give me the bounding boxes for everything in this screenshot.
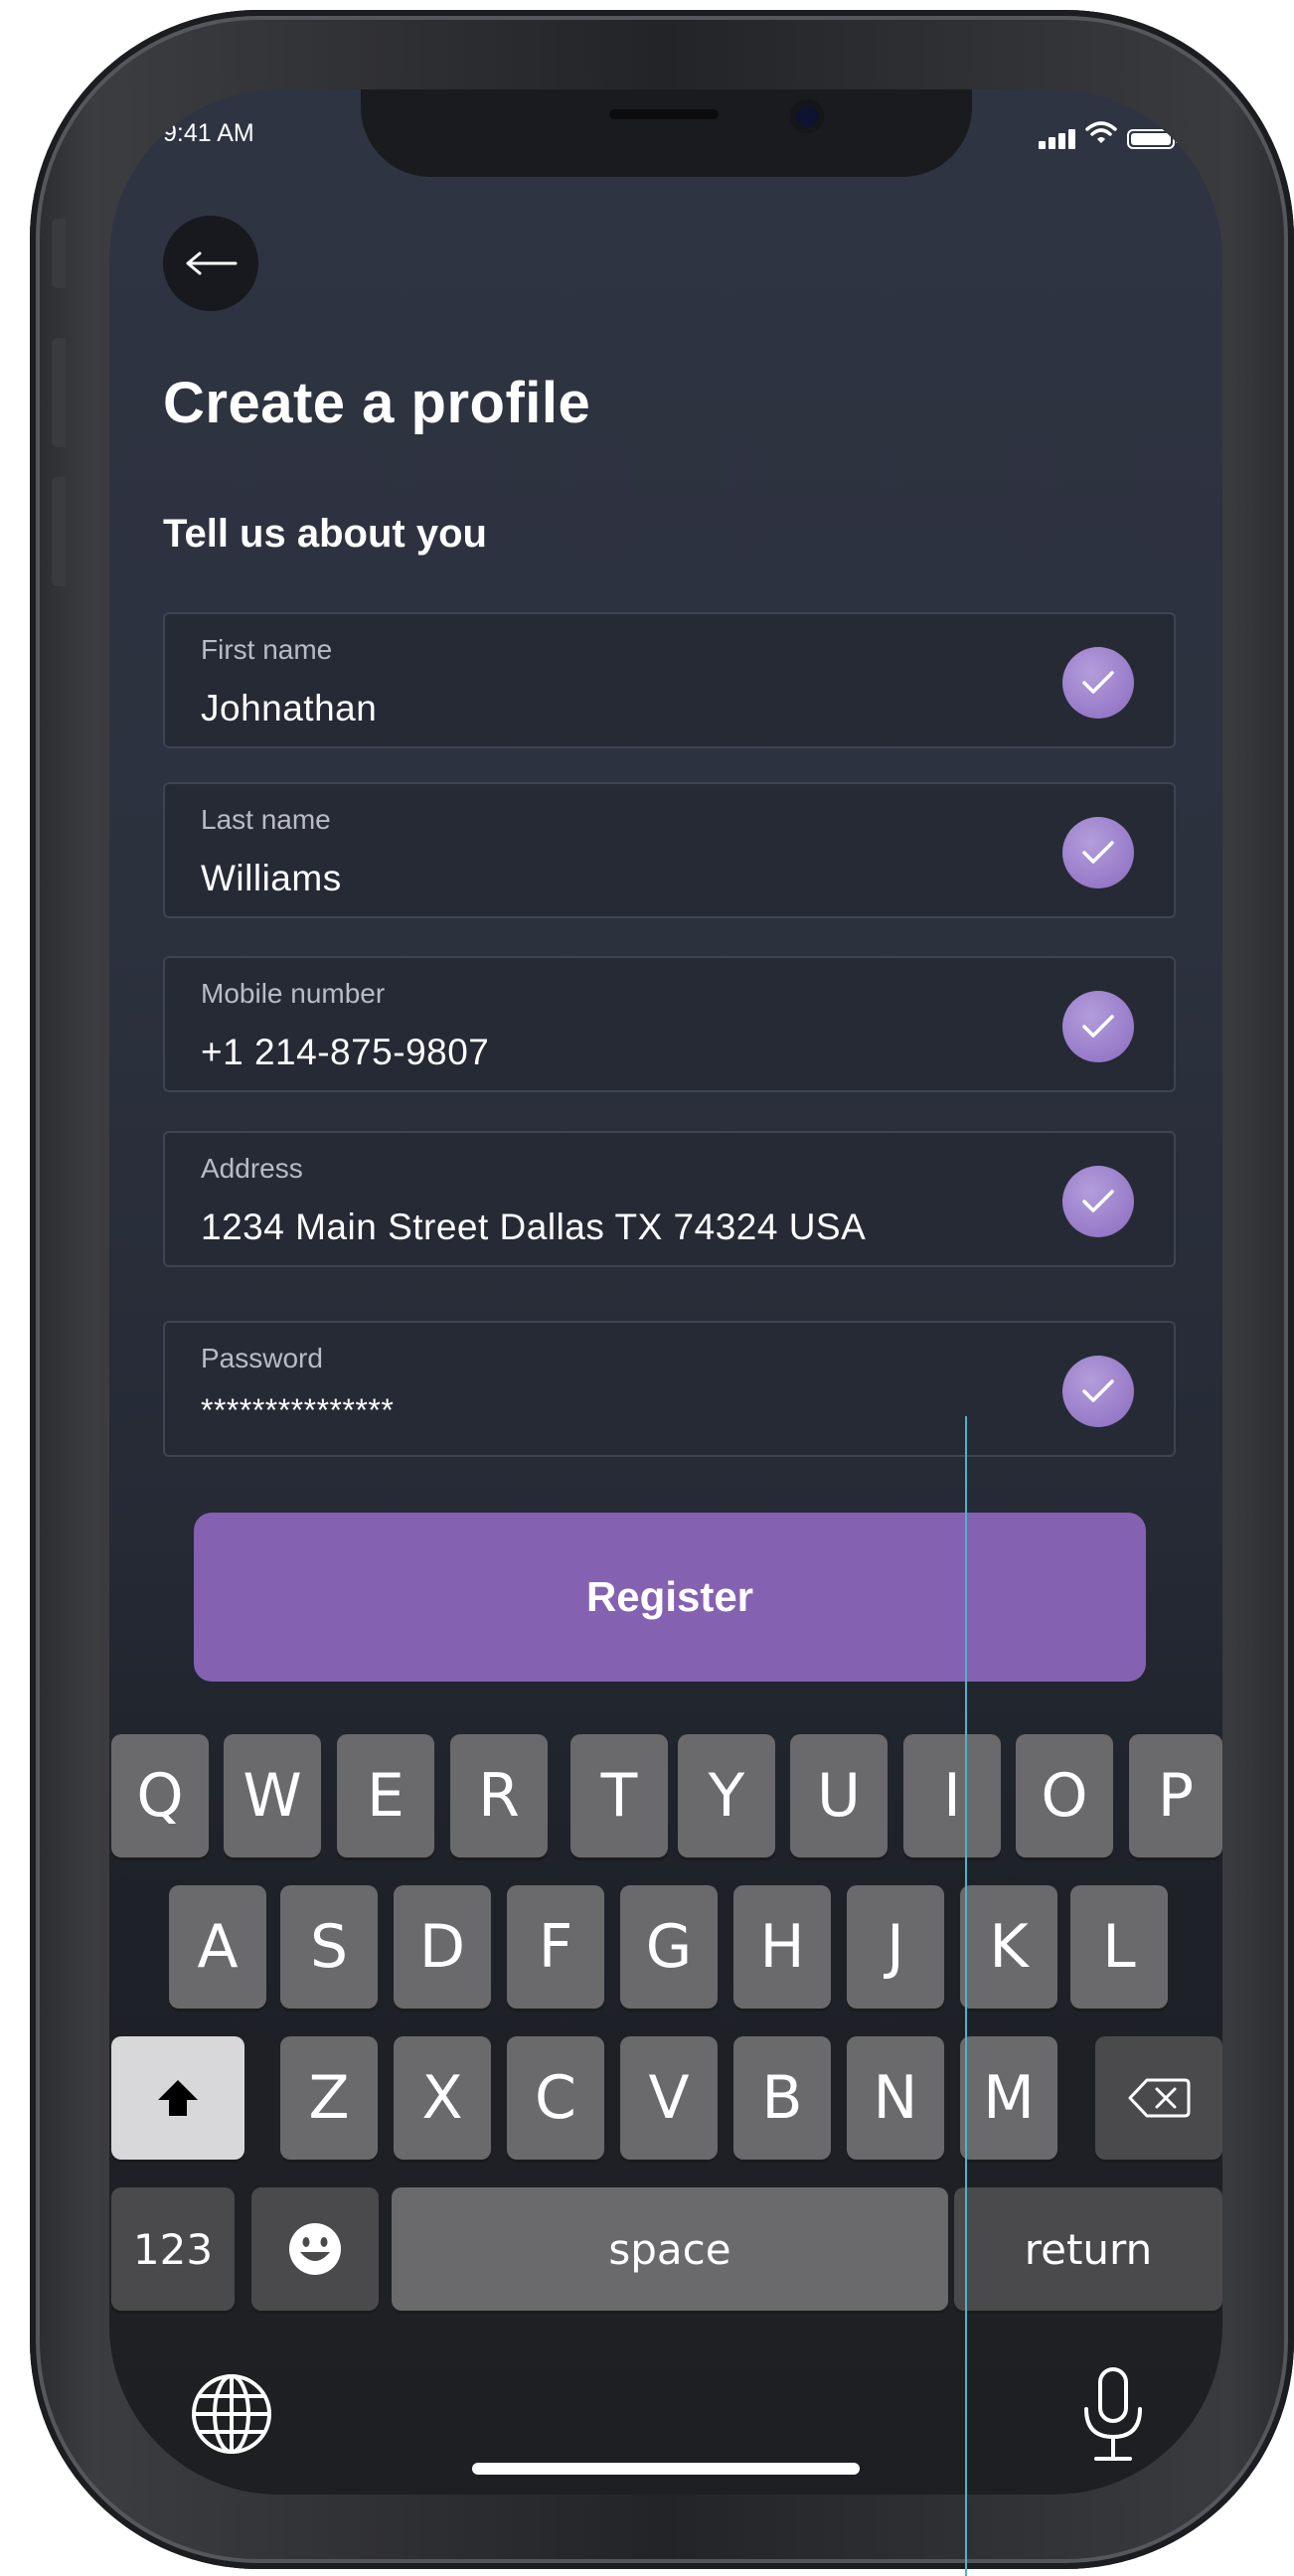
key-n[interactable]: N [847, 2036, 944, 2160]
check-icon [1062, 647, 1134, 719]
emoji-icon [289, 2223, 341, 2275]
key-g[interactable]: G [620, 1885, 718, 2009]
password-field[interactable]: Password *************** [163, 1321, 1176, 1457]
field-label: Last name [201, 804, 331, 835]
field-value[interactable]: *************** [201, 1392, 394, 1429]
delete-key[interactable] [1095, 2036, 1222, 2160]
key-e[interactable]: E [337, 1734, 434, 1857]
key-u[interactable]: U [790, 1734, 888, 1857]
return-key[interactable]: return [954, 2187, 1222, 2311]
section-subtitle: Tell us about you [163, 512, 487, 556]
app-screen: 9:41 AM Create a profile Tell us about y… [109, 89, 1222, 2495]
shift-icon [158, 2080, 198, 2116]
volume-up-button [52, 338, 66, 447]
key-c[interactable]: C [507, 2036, 604, 2160]
first-name-field[interactable]: First name Johnathan [163, 612, 1176, 748]
key-q[interactable]: Q [111, 1734, 209, 1857]
wifi-icon [1085, 121, 1117, 149]
delete-icon [1128, 2078, 1191, 2118]
page-title: Create a profile [163, 371, 591, 435]
last-name-field[interactable]: Last name Williams [163, 782, 1176, 918]
back-button[interactable] [163, 216, 258, 311]
check-icon [1062, 817, 1134, 888]
key-b[interactable]: B [733, 2036, 831, 2160]
key-y[interactable]: Y [678, 1734, 775, 1857]
key-l[interactable]: L [1070, 1885, 1168, 2009]
key-a[interactable]: A [169, 1885, 266, 2009]
shift-key[interactable] [111, 2036, 244, 2160]
key-j[interactable]: J [847, 1885, 944, 2009]
field-label: Mobile number [201, 978, 386, 1009]
status-time: 9:41 AM [163, 119, 254, 147]
check-icon [1062, 1166, 1134, 1237]
notch [361, 89, 972, 177]
mute-switch [52, 219, 66, 288]
key-m[interactable]: M [960, 2036, 1057, 2160]
key-p[interactable]: P [1129, 1734, 1222, 1857]
key-d[interactable]: D [394, 1885, 491, 2009]
mobile-number-field[interactable]: Mobile number +1 214-875-9807 [163, 956, 1176, 1092]
key-h[interactable]: H [733, 1885, 831, 2009]
key-o[interactable]: O [1016, 1734, 1113, 1857]
status-icons [1039, 121, 1179, 149]
emoji-key[interactable] [251, 2187, 379, 2311]
key-s[interactable]: S [280, 1885, 378, 2009]
guide-line [965, 1416, 967, 2576]
check-icon [1062, 1356, 1134, 1427]
field-value[interactable]: Williams [201, 858, 342, 899]
check-icon [1062, 991, 1134, 1062]
key-w[interactable]: W [224, 1734, 321, 1857]
volume-down-button [52, 477, 66, 586]
space-key[interactable]: space [392, 2187, 948, 2311]
key-z[interactable]: Z [280, 2036, 378, 2160]
address-field[interactable]: Address 1234 Main Street Dallas TX 74324… [163, 1131, 1176, 1267]
microphone-icon [1084, 2367, 1142, 2461]
field-value[interactable]: Johnathan [201, 688, 377, 729]
globe-button[interactable] [189, 2371, 274, 2457]
field-value[interactable]: 1234 Main Street Dallas TX 74324 USA [201, 1207, 866, 1248]
key-v[interactable]: V [620, 2036, 718, 2160]
key-i[interactable]: I [903, 1734, 1001, 1857]
key-x[interactable]: X [394, 2036, 491, 2160]
key-t[interactable]: T [570, 1734, 668, 1857]
dictation-button[interactable] [1078, 2365, 1148, 2465]
key-r[interactable]: R [450, 1734, 548, 1857]
field-label: First name [201, 634, 333, 665]
field-label: Password [201, 1343, 323, 1373]
key-f[interactable]: F [507, 1885, 604, 2009]
globe-icon [192, 2374, 271, 2454]
signal-icon [1039, 129, 1075, 149]
register-button[interactable]: Register [194, 1513, 1146, 1682]
front-camera [790, 99, 824, 133]
field-value[interactable]: +1 214-875-9807 [201, 1032, 489, 1073]
numbers-key[interactable]: 123 [111, 2187, 235, 2311]
field-label: Address [201, 1153, 303, 1184]
home-indicator[interactable] [472, 2463, 860, 2475]
back-arrow-icon [186, 251, 238, 275]
battery-icon [1127, 129, 1179, 149]
speaker [609, 109, 719, 119]
key-k[interactable]: K [960, 1885, 1057, 2009]
